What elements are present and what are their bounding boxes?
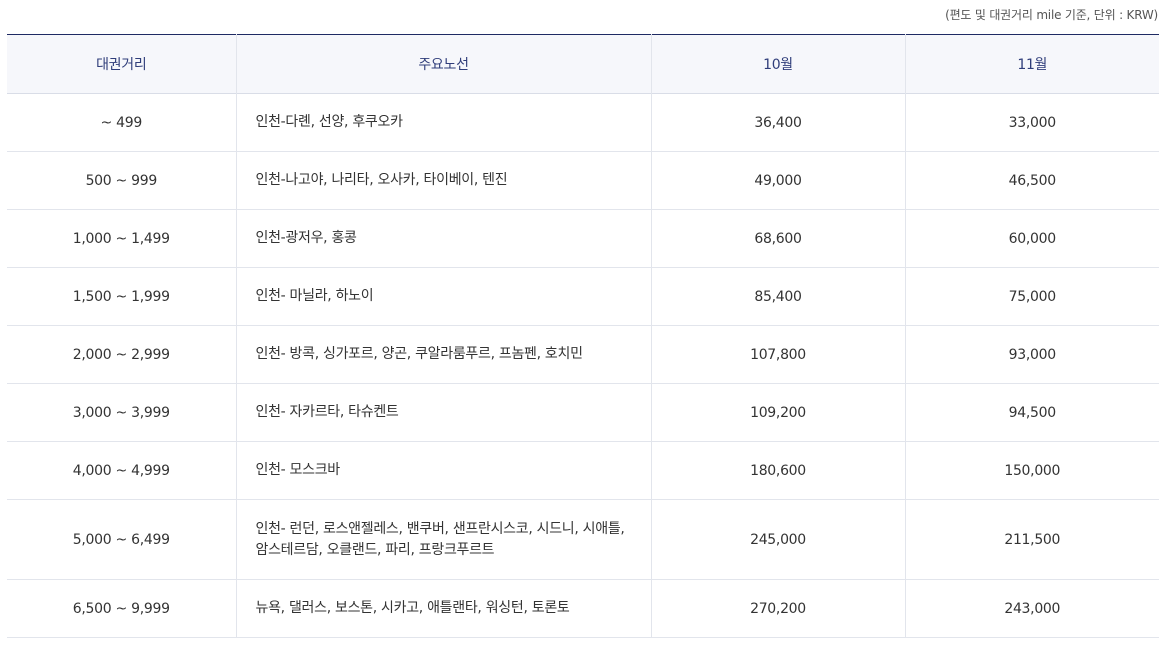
table-row: 500 ~ 999 인천-나고야, 나리타, 오사카, 타이베이, 텐진 49,… [7,151,1159,210]
table-header: 대권거리 주요노선 10월 11월 [7,34,1159,94]
november-fare-cell: 150,000 [904,441,1159,500]
october-fare-cell: 109,200 [650,383,905,442]
october-fare-cell: 49,000 [650,151,905,210]
routes-cell: 인천- 방콕, 싱가포르, 양곤, 쿠알라룸푸르, 프놈펜, 호치민 [235,325,651,384]
november-fare-cell: 60,000 [904,209,1159,268]
routes-cell: 인천-다롄, 선양, 후쿠오카 [235,93,651,152]
header-distance: 대권거리 [96,57,147,73]
distance-cell: 4,000 ~ 4,999 [72,462,170,479]
distance-cell: 3,000 ~ 3,999 [72,404,170,421]
november-fare-cell: 46,500 [904,151,1159,210]
distance-cell: 500 ~ 999 [85,172,158,189]
october-fare-cell: 180,600 [650,441,905,500]
distance-cell: 1,000 ~ 1,499 [72,230,170,247]
fuel-surcharge-table: 대권거리 주요노선 10월 11월 ~ 499 인천-다롄, 선양, 후쿠오카 … [7,34,1159,638]
table-row: 4,000 ~ 4,999 인천- 모스크바 180,600 150,000 [7,441,1159,500]
october-fare-cell: 68,600 [650,209,905,268]
october-fare-cell: 270,200 [650,579,905,638]
november-fare-cell: 75,000 [904,267,1159,326]
table-row: ~ 499 인천-다롄, 선양, 후쿠오카 36,400 33,000 [7,93,1159,152]
routes-cell: 인천-광저우, 홍콩 [235,209,651,268]
table-body: ~ 499 인천-다롄, 선양, 후쿠오카 36,400 33,000 500 … [7,93,1159,638]
november-fare-cell: 94,500 [904,383,1159,442]
distance-cell: 5,000 ~ 6,499 [72,531,170,548]
header-row: 대권거리 주요노선 10월 11월 [7,34,1159,94]
table-row: 1,000 ~ 1,499 인천-광저우, 홍콩 68,600 60,000 [7,209,1159,268]
table-row: 2,000 ~ 2,999 인천- 방콕, 싱가포르, 양곤, 쿠알라룸푸르, … [7,325,1159,384]
october-fare-cell: 36,400 [650,93,905,152]
routes-cell: 인천-나고야, 나리타, 오사카, 타이베이, 텐진 [235,151,651,210]
routes-cell: 인천- 런던, 로스앤젤레스, 밴쿠버, 샌프란시스코, 시드니, 시애틀, 암… [235,499,651,580]
october-fare-cell: 107,800 [650,325,905,384]
routes-cell: 인천- 마닐라, 하노이 [235,267,651,326]
routes-cell: 뉴욕, 댈러스, 보스톤, 시카고, 애틀랜타, 워싱턴, 토론토 [235,579,651,638]
routes-cell: 인천- 모스크바 [235,441,651,500]
november-fare-cell: 243,000 [904,579,1159,638]
november-fare-cell: 93,000 [904,325,1159,384]
distance-cell: 1,500 ~ 1,999 [72,288,170,305]
october-fare-cell: 245,000 [650,499,905,580]
distance-cell: 2,000 ~ 2,999 [72,346,170,363]
routes-cell: 인천- 자카르타, 타슈켄트 [235,383,651,442]
unit-caption: (편도 및 대권거리 mile 기준, 단위 : KRW) [945,8,1158,22]
distance-cell: ~ 499 [100,114,143,131]
november-fare-cell: 211,500 [904,499,1159,580]
table-row: 5,000 ~ 6,499 인천- 런던, 로스앤젤레스, 밴쿠버, 샌프란시스… [7,499,1159,580]
header-october: 10월 [650,34,905,94]
october-fare-cell: 85,400 [650,267,905,326]
november-fare-cell: 33,000 [904,93,1159,152]
header-routes: 주요노선 [235,34,651,94]
table-row: 1,500 ~ 1,999 인천- 마닐라, 하노이 85,400 75,000 [7,267,1159,326]
table-row: 6,500 ~ 9,999 뉴욕, 댈러스, 보스톤, 시카고, 애틀랜타, 워… [7,579,1159,638]
header-november: 11월 [904,34,1159,94]
table-row: 3,000 ~ 3,999 인천- 자카르타, 타슈켄트 109,200 94,… [7,383,1159,442]
distance-cell: 6,500 ~ 9,999 [72,600,170,617]
